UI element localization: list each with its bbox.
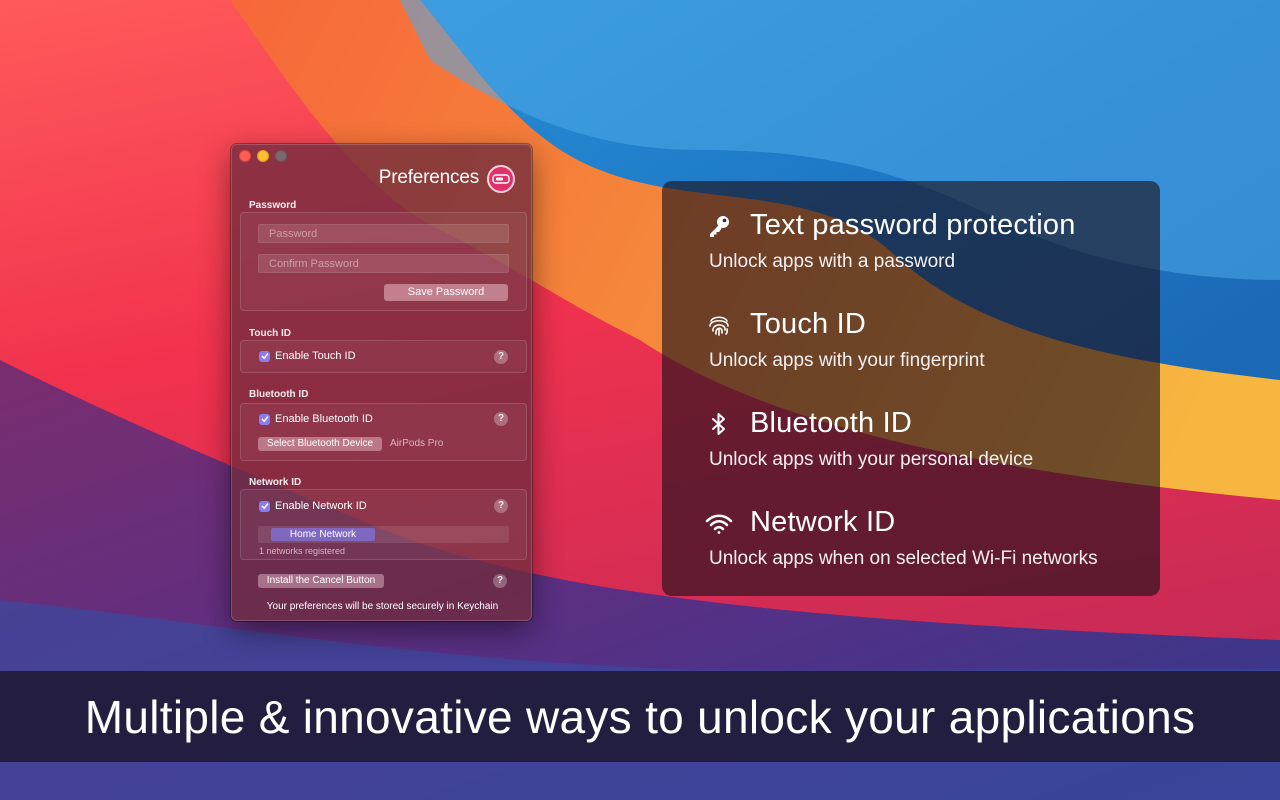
feature-description: Unlock apps with your fingerprint	[709, 350, 985, 371]
password-section-label: Password	[249, 200, 297, 211]
enable-bluetooth-id-checkbox[interactable]: Enable Bluetooth ID	[259, 413, 373, 425]
feature-title: Network ID	[750, 506, 896, 538]
confirm-password-field[interactable]	[258, 254, 509, 273]
feature-description: Unlock apps when on selected Wi-Fi netwo…	[709, 548, 1098, 569]
networks-registered-count: 1 networks registered	[259, 546, 346, 556]
network-id-help-icon[interactable]: ?	[494, 499, 508, 513]
touch-id-box: Enable Touch ID ?	[240, 340, 527, 373]
key-icon	[704, 211, 734, 241]
close-button[interactable]	[239, 150, 251, 162]
bluetooth-id-section-label: Bluetooth ID	[249, 389, 309, 400]
checkbox-checked-icon	[259, 500, 270, 512]
preferences-window: Preferences Password Save Password Touch…	[231, 144, 532, 621]
install-cancel-help-icon[interactable]: ?	[493, 574, 507, 588]
feature-title: Text password protection	[750, 209, 1076, 241]
features-panel: Text password protection Unlock apps wit…	[662, 181, 1160, 596]
save-password-button[interactable]: Save Password	[384, 284, 508, 301]
tagline-text: Multiple & innovative ways to unlock you…	[84, 690, 1196, 743]
tagline-banner: Multiple & innovative ways to unlock you…	[0, 671, 1280, 762]
feature-title: Touch ID	[750, 308, 867, 340]
touch-id-help-icon[interactable]: ?	[494, 350, 508, 364]
window-title: Preferences	[378, 167, 479, 188]
network-id-box: Enable Network ID ? Home Network 1 netwo…	[240, 489, 527, 560]
network-id-section-label: Network ID	[249, 477, 302, 488]
keychain-note: Your preferences will be stored securely…	[266, 601, 499, 612]
select-bluetooth-device-button[interactable]: Select Bluetooth Device	[258, 437, 382, 451]
minimize-button[interactable]	[257, 150, 269, 162]
enable-touch-id-checkbox[interactable]: Enable Touch ID	[259, 350, 356, 362]
password-box: Save Password	[240, 212, 527, 311]
bluetooth-icon	[704, 409, 734, 439]
network-list-item[interactable]: Home Network	[271, 528, 375, 541]
touch-id-section-label: Touch ID	[249, 328, 292, 339]
password-field[interactable]	[258, 224, 509, 243]
checkbox-label: Enable Bluetooth ID	[275, 413, 373, 425]
feature-description: Unlock apps with your personal device	[709, 449, 1034, 470]
checkbox-label: Enable Touch ID	[275, 350, 356, 362]
checkbox-label: Enable Network ID	[275, 500, 367, 512]
bluetooth-id-box: Enable Bluetooth ID ? Select Bluetooth D…	[240, 403, 527, 461]
feature-description: Unlock apps with a password	[709, 251, 956, 272]
bluetooth-device-name: AirPods Pro	[390, 438, 444, 449]
fingerprint-icon	[704, 310, 734, 340]
checkbox-checked-icon	[259, 413, 270, 425]
app-logo-icon	[487, 165, 515, 193]
wifi-icon	[704, 508, 734, 538]
checkbox-checked-icon	[259, 350, 270, 362]
install-cancel-button[interactable]: Install the Cancel Button	[258, 574, 384, 588]
window-controls	[239, 150, 287, 162]
enable-network-id-checkbox[interactable]: Enable Network ID	[259, 500, 367, 512]
zoom-button[interactable]	[275, 150, 287, 162]
network-list[interactable]: Home Network	[258, 526, 509, 543]
feature-title: Bluetooth ID	[750, 407, 912, 439]
bluetooth-id-help-icon[interactable]: ?	[494, 412, 508, 426]
